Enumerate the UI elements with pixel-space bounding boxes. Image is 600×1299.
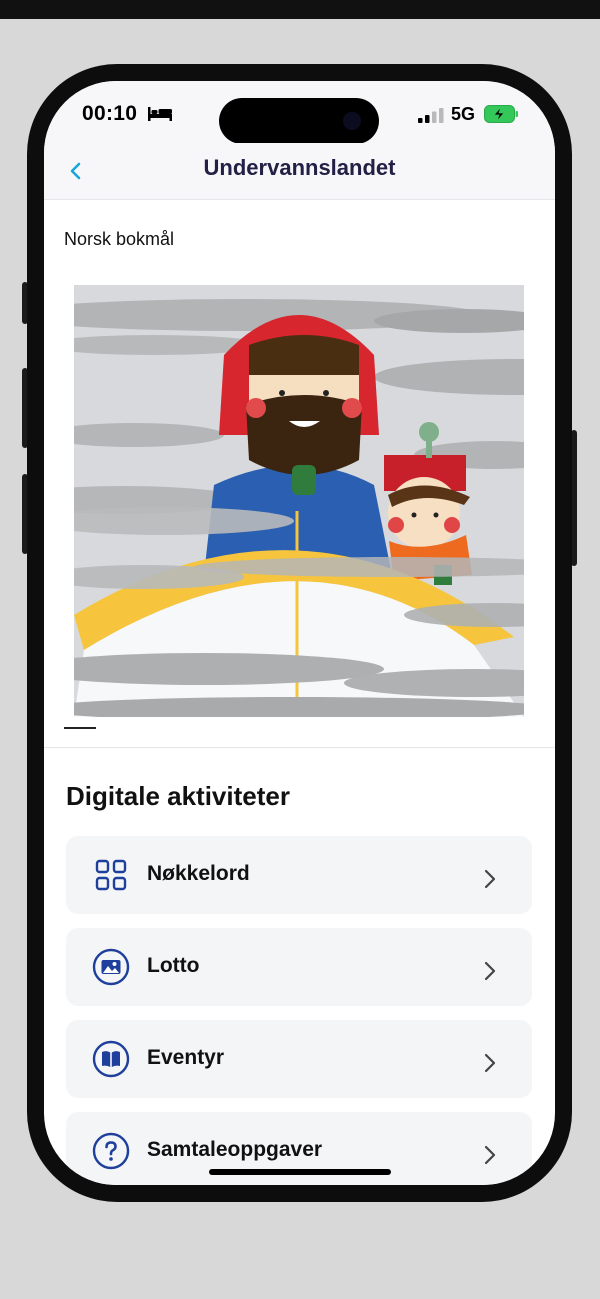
top-strip [0,0,600,19]
section-divider [44,747,555,748]
activity-label: Samtaleoppgaver [147,1138,323,1161]
dynamic-island [219,98,379,144]
activity-label: Eventyr [147,1046,225,1069]
sleep-bed-icon [148,107,172,121]
language-label: Norsk bokmål [64,229,175,249]
cellular-signal-icon [418,108,444,123]
battery-charging-icon [484,105,518,123]
chevron-right-icon [484,961,496,981]
grid-icon [95,859,127,891]
activity-label: Lotto [147,954,200,977]
status-time: 00:10 [82,102,138,125]
activity-fairytale[interactable]: Eventyr [66,1020,532,1098]
status-bar: 00:10 5G [44,81,555,144]
activity-keywords[interactable]: Nøkkelord [66,836,532,914]
chevron-right-icon [484,869,496,889]
story-illustration[interactable] [74,285,524,717]
activity-label: Nøkkelord [147,862,250,885]
home-indicator[interactable] [209,1169,391,1175]
question-icon [92,1132,130,1170]
chevron-right-icon [484,1053,496,1073]
camera-icon [343,112,361,130]
activities-title: Digitale aktiviteter [66,781,290,811]
image-icon [92,948,130,986]
phone-screen: 00:10 5G Undervannslandet Norsk bokmål D… [44,81,555,1185]
book-icon [92,1040,130,1078]
page-title: Undervannslandet [203,155,396,180]
page-indicator [64,727,96,729]
navigation-bar: Undervannslandet [44,143,555,200]
activity-lotto[interactable]: Lotto [66,928,532,1006]
network-type: 5G [451,104,476,124]
chevron-right-icon [484,1145,496,1165]
